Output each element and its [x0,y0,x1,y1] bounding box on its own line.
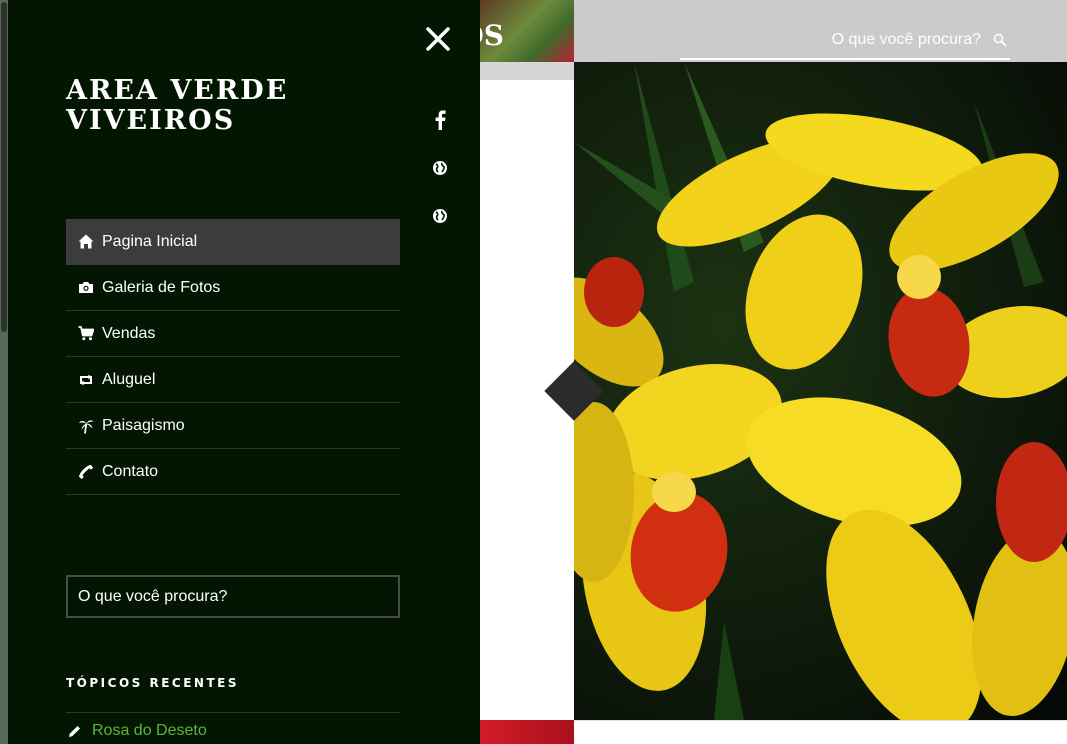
palm-tree-icon [77,418,95,434]
header-search-input[interactable] [680,24,985,56]
drawer-search-box[interactable] [66,575,400,618]
menu-item-label: Paisagismo [102,416,185,434]
scrollbar-thumb[interactable] [1,2,7,332]
menu-item-label: Contato [102,462,159,480]
search-icon[interactable] [992,32,1008,48]
brand-name-peek: VIVEIROS [480,20,504,52]
divider [66,712,400,713]
recent-topic-link[interactable]: Rosa do Deseto [66,722,207,740]
footer-thumbnail [480,720,574,744]
menu-item-contato[interactable]: Contato [66,449,400,495]
menu-item-label: Galeria de Fotos [102,278,221,296]
drawer-search-input[interactable] [68,577,398,616]
menu-item-vendas[interactable]: Vendas [66,311,400,357]
site-title[interactable]: AREA VERDE VIVEIROS [66,76,386,136]
close-icon[interactable] [423,24,453,54]
menu-item-label: Pagina Inicial [102,232,198,250]
recent-topics-heading: TÓPICOS RECENTES [66,676,239,690]
menu-item-label: Vendas [102,324,156,342]
side-drawer: AREA VERDE VIVEIROS Pagina Inicial Galer… [8,0,480,744]
menu-item-pagina-inicial[interactable]: Pagina Inicial [66,219,400,265]
page-scrollbar[interactable] [0,0,8,744]
camera-icon [77,280,95,296]
content-footer [574,720,1067,744]
header-search[interactable] [680,24,1010,60]
menu-item-paisagismo[interactable]: Paisagismo [66,403,400,449]
facebook-icon[interactable] [428,108,452,132]
main-menu: Pagina Inicial Galeria de Fotos Vendas A… [66,219,400,495]
phone-icon [77,464,95,480]
globe-icon[interactable] [428,156,452,180]
cart-icon [77,326,95,342]
menu-item-aluguel[interactable]: Aluguel [66,357,400,403]
home-icon [77,234,95,250]
menu-item-galeria-de-fotos[interactable]: Galeria de Fotos [66,265,400,311]
content-gap [480,62,574,80]
retweet-icon [77,372,95,388]
menu-item-label: Aluguel [102,370,156,388]
recent-topic-label: Rosa do Deseto [92,722,207,739]
hero-orchid-image [574,62,1067,720]
pencil-icon [66,723,82,739]
globe-icon[interactable] [428,204,452,228]
